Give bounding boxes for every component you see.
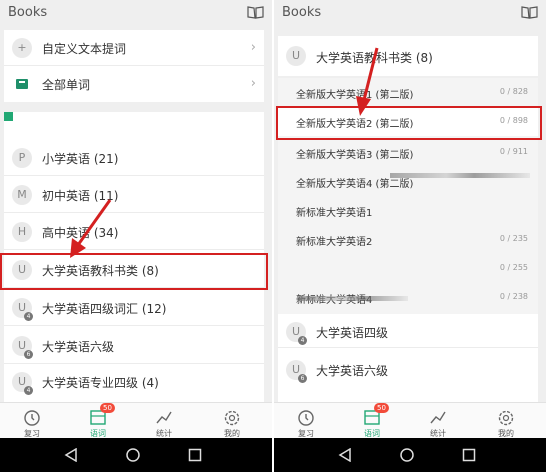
more-categories-card: U 4 大学英语四级 U 6 大学英语六级: [278, 314, 538, 402]
bottom-nav: 复习 50 语词 统计 我的: [274, 402, 546, 438]
left-screen: Books + 自定义文本提词 › 全部单词 › P 小学英语 (21) M 初…: [0, 0, 272, 472]
book-row[interactable]: 新标准大学英语2 0 / 235: [278, 225, 538, 254]
red-arrow-icon: [356, 47, 379, 116]
row-label: 大学英语四级: [316, 326, 389, 340]
nav-mine[interactable]: 我的: [476, 405, 536, 439]
system-nav-bar: [274, 438, 546, 472]
book-row[interactable]: 新标准大学英语1: [278, 196, 538, 225]
back-icon[interactable]: [338, 448, 352, 462]
book-label: 新标准大学英语1: [296, 208, 373, 219]
book-progress: 0 / 238: [499, 292, 528, 301]
category-row[interactable]: U 4 大学英语四级: [278, 314, 538, 348]
right-screen: Books U 大学英语教科书类 (8) 全新版大学英语1 (第二版) 0 / …: [274, 0, 546, 472]
recents-icon[interactable]: [188, 448, 202, 462]
row-label: 大学英语专业四级 (4): [42, 376, 159, 390]
book-row[interactable]: 0 / 255: [278, 254, 538, 283]
clock-icon: [298, 410, 314, 426]
book-progress: 0 / 235: [499, 234, 528, 243]
level-badge: 6: [24, 350, 33, 359]
level-badge: 6: [298, 374, 307, 383]
nav-review[interactable]: 复习: [276, 405, 336, 439]
chart-icon: [430, 411, 446, 424]
category-row[interactable]: U 4 大学英语专业四级 (4): [4, 364, 264, 400]
book-row[interactable]: 全新版大学英语4 (第二版): [278, 167, 538, 196]
nav-stats[interactable]: 统计: [408, 405, 468, 439]
gear-icon: [498, 410, 514, 426]
category-row[interactable]: U 6 大学英语六级: [278, 352, 538, 388]
recents-icon[interactable]: [462, 448, 476, 462]
red-arrow-icon: [70, 199, 112, 258]
gear-icon: [224, 410, 240, 426]
level-badge: 4: [24, 386, 33, 395]
nav-badge: 50: [100, 403, 115, 413]
nav-stats[interactable]: 统计: [134, 405, 194, 439]
chart-icon: [156, 411, 172, 424]
motion-blur: [390, 173, 530, 178]
system-nav-bar: [0, 438, 272, 472]
row-label: 大学英语六级: [42, 340, 115, 354]
bottom-nav: 复习 50 语词 统计 我的: [0, 402, 272, 438]
nav-mine[interactable]: 我的: [202, 405, 262, 439]
back-icon[interactable]: [64, 448, 78, 462]
nav-review[interactable]: 复习: [2, 405, 62, 439]
level-badge: 4: [24, 312, 33, 321]
nav-words[interactable]: 50 语词: [342, 403, 402, 439]
level-badge: 4: [298, 336, 307, 345]
home-icon[interactable]: [400, 448, 414, 462]
book-progress: 0 / 255: [499, 263, 528, 272]
home-icon[interactable]: [126, 448, 140, 462]
nav-words[interactable]: 50 语词: [68, 403, 128, 439]
category-row[interactable]: U 6 大学英语六级: [4, 328, 264, 364]
motion-blur: [298, 296, 408, 301]
book-label: 新标准大学英语2: [296, 237, 373, 248]
nav-badge: 50: [374, 403, 389, 413]
row-label: 大学英语四级词汇 (12): [42, 302, 167, 316]
row-label: 大学英语六级: [316, 364, 389, 378]
clock-icon: [24, 410, 40, 426]
